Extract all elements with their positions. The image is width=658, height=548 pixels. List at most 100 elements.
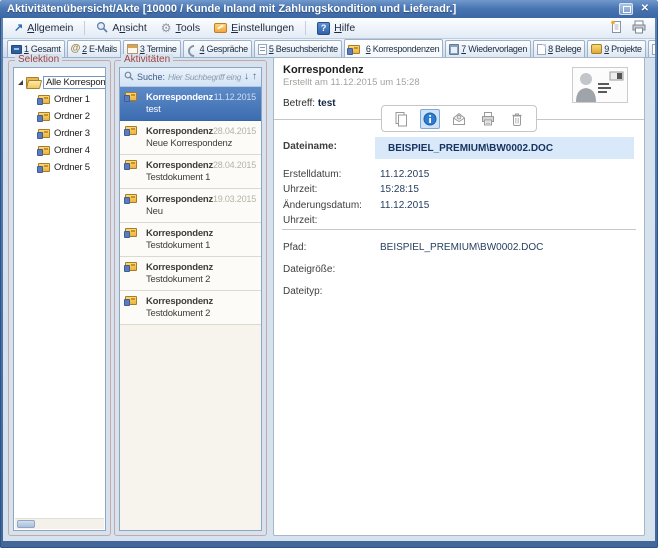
- dateiname-highlight-row: BEISPIEL_PREMIUM\BW0002.DOC: [375, 137, 634, 159]
- tree-expand-icon[interactable]: [18, 80, 23, 85]
- new-document-icon[interactable]: [610, 20, 623, 37]
- search-input[interactable]: [168, 72, 241, 82]
- detail-toolbar: [381, 105, 537, 132]
- tree-item-label: Ordner 4: [54, 145, 90, 156]
- open-mail-icon[interactable]: [449, 109, 469, 129]
- list-item[interactable]: KorrespondenzNeu 19.03.2015: [120, 189, 261, 223]
- list-item-text: KorrespondenzTestdokument 1: [146, 159, 213, 184]
- tab-label: 4 Gespräche: [200, 44, 248, 54]
- betreff-label: Betreff:: [283, 98, 315, 109]
- tree-item-ordner3[interactable]: Ordner 3: [14, 125, 105, 142]
- list-item-date: 19.03.2015: [213, 194, 256, 204]
- info-icon[interactable]: [420, 109, 440, 129]
- app-window: Aktivitätenübersicht/Akte [10000 / Kunde…: [0, 0, 658, 548]
- correspondence-icon: [38, 129, 50, 138]
- tab-label: 8 Belege: [548, 44, 581, 54]
- list-item[interactable]: KorrespondenzTestdokument 2: [120, 257, 261, 291]
- aktivitaeten-groupbox: Aktivitäten Suche: ↓ ↑ Korrespondenztest…: [114, 60, 267, 536]
- tree-item-ordner2[interactable]: Ordner 2: [14, 108, 105, 125]
- correspondence-icon: [125, 160, 137, 169]
- menu-tools[interactable]: ⚙ Tools: [155, 21, 206, 35]
- report-icon: [258, 44, 267, 55]
- tab-label: 7 Wiedervorlagen: [461, 44, 527, 54]
- tab-korrespondenzen[interactable]: 6 Korrespondenzen: [344, 39, 443, 58]
- search-prev-icon[interactable]: ↑: [252, 72, 257, 82]
- correspondence-icon: [348, 45, 360, 54]
- tab-wiedervorlagen[interactable]: 7 Wiedervorlagen: [445, 40, 531, 57]
- menu-label: Ansicht: [112, 22, 146, 34]
- tree-item-ordner4[interactable]: Ordner 4: [14, 142, 105, 159]
- list-item[interactable]: KorrespondenzTestdokument 2: [120, 291, 261, 325]
- tree-item-ordner1[interactable]: Ordner 1: [14, 91, 105, 108]
- tab-label: 5 Besuchsberichte: [269, 44, 338, 54]
- tab-strip: 1 Gesamt @2 E-Mails 3 Termine 4 Gespräch…: [3, 39, 655, 58]
- list-item-text: KorrespondenzTestdokument 1: [146, 227, 213, 252]
- menu-label: Hilfe: [334, 22, 355, 34]
- correspondence-icon: [125, 194, 137, 203]
- list-item[interactable]: Korrespondenztest 11.12.2015: [120, 87, 261, 121]
- menu-allgemein[interactable]: ↗ Allgemein: [8, 21, 79, 35]
- arrow-ne-icon: ↗: [14, 23, 23, 34]
- tab-label: 9 Projekte: [604, 44, 642, 54]
- search-label: Suche:: [137, 72, 165, 82]
- print-icon[interactable]: [478, 109, 498, 129]
- menu-ansicht[interactable]: Ansicht: [90, 20, 152, 37]
- tab-emails[interactable]: @2 E-Mails: [67, 40, 121, 57]
- correspondence-icon: [38, 95, 50, 104]
- correspondence-icon: [125, 296, 137, 305]
- window-body: ↗ Allgemein Ansicht ⚙ Tools Einstellunge…: [3, 18, 655, 541]
- search-icon: [124, 71, 134, 83]
- list-item[interactable]: KorrespondenzNeue Korrespondenz 28.04.20…: [120, 121, 261, 155]
- correspondence-icon: [38, 163, 50, 172]
- tree-item-label: Ordner 5: [54, 162, 90, 173]
- menu-separator: [84, 21, 85, 35]
- trash-icon[interactable]: [507, 109, 527, 129]
- list-item-date: 28.04.2015: [213, 160, 256, 170]
- menu-hilfe[interactable]: Hilfe: [311, 21, 361, 36]
- tab-label: 6 Korrespondenzen: [366, 44, 439, 54]
- print-icon[interactable]: [631, 20, 647, 37]
- list-item-text: KorrespondenzTestdokument 2: [146, 295, 213, 320]
- field-label: Uhrzeit:: [283, 184, 317, 195]
- selektion-group-title: Selektion: [15, 54, 62, 65]
- tab-projekte[interactable]: 9 Projekte: [587, 40, 646, 57]
- tree-item-ordner5[interactable]: Ordner 5: [14, 159, 105, 176]
- tree-root-label[interactable]: Alle Korrespondenzen: [43, 76, 106, 89]
- menu-label: Einstellungen: [231, 22, 294, 34]
- menu-label: Allgemein: [27, 22, 73, 34]
- list-item[interactable]: KorrespondenzTestdokument 1 28.04.2015: [120, 155, 261, 189]
- menu-label: Tools: [176, 22, 201, 34]
- list-item-text: Korrespondenztest: [146, 91, 213, 116]
- menu-separator: [305, 21, 306, 35]
- menu-einstellungen[interactable]: Einstellungen: [208, 21, 300, 35]
- search-bar: Suche: ↓ ↑: [120, 68, 261, 87]
- correspondence-icon: [125, 262, 137, 271]
- close-icon[interactable]: ✕: [639, 3, 651, 15]
- correspondence-icon: [38, 112, 50, 121]
- gear-icon: ⚙: [161, 22, 172, 34]
- tab-belege[interactable]: 8 Belege: [533, 40, 585, 57]
- scrollbar-thumb[interactable]: [17, 520, 35, 528]
- menubar-right-tools: [610, 20, 650, 37]
- search-next-icon[interactable]: ↓: [244, 72, 249, 82]
- tree-item-label: Ordner 2: [54, 111, 90, 122]
- aktivitaeten-panel: Suche: ↓ ↑ Korrespondenztest 11.12.2015 …: [119, 67, 262, 531]
- list-item[interactable]: KorrespondenzTestdokument 1: [120, 223, 261, 257]
- list-item-date: 11.12.2015: [214, 92, 256, 102]
- tree-root-row[interactable]: Alle Korrespondenzen: [14, 74, 105, 91]
- copy-document-icon[interactable]: [391, 109, 411, 129]
- detail-panel: Korrespondenz Erstellt am 11.12.2015 um …: [273, 57, 645, 536]
- tab-mahndokumente[interactable]: Mahndokumente: [648, 40, 655, 57]
- tree-item-label: Ordner 1: [54, 94, 90, 105]
- horizontal-scrollbar[interactable]: [15, 518, 104, 529]
- tab-gespraeche[interactable]: 4 Gespräche: [183, 40, 252, 57]
- field-label: Änderungsdatum:: [283, 200, 362, 211]
- detail-created-line: Erstellt am 11.12.2015 um 15:28: [283, 77, 420, 88]
- field-label: Dateiname:: [283, 141, 337, 152]
- maximize-icon[interactable]: [619, 3, 633, 15]
- project-icon: [591, 44, 602, 54]
- field-value: BEISPIEL_PREMIUM\BW0002.DOC: [380, 242, 543, 253]
- receipt-icon: [537, 44, 546, 55]
- tab-besuchsberichte[interactable]: 5 Besuchsberichte: [254, 40, 342, 57]
- activity-list: Korrespondenztest 11.12.2015 Korresponde…: [120, 87, 261, 530]
